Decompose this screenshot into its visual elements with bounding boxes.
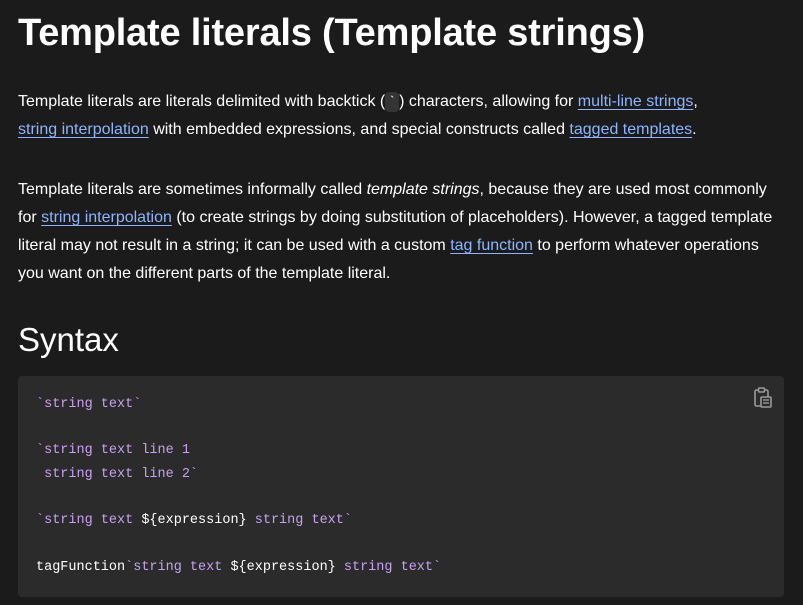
code-string: `string text`	[36, 397, 142, 412]
intro-text-4: with embedded expressions, and special c…	[148, 121, 570, 138]
code-line-3: string text line 2`	[36, 466, 198, 484]
syntax-heading: Syntax	[18, 321, 119, 358]
code-function-name: tagFunction	[36, 560, 126, 575]
code-line-5: tagFunction`string text ${expression} st…	[36, 559, 441, 577]
intro-paragraph: Template literals are literals delimited…	[18, 88, 788, 144]
article-page: Template literals (Template strings) Tem…	[0, 0, 803, 605]
link-string-interpolation[interactable]: string interpolation	[18, 121, 149, 138]
link-string-interpolation-2[interactable]: string interpolation	[41, 209, 172, 226]
code-expression: ${expression}	[230, 560, 336, 575]
code-string: string text line 2`	[36, 467, 199, 482]
code-expression: ${expression}	[141, 513, 247, 528]
intro-text-5: .	[692, 121, 697, 138]
code-string: string text`	[246, 513, 352, 528]
second-text-1: Template literals are sometimes informal…	[18, 181, 367, 198]
code-string: string text`	[335, 560, 442, 575]
code-string: `string text	[125, 560, 231, 575]
code-string: `string text line 1	[36, 443, 190, 458]
link-multi-line-strings[interactable]: multi-line strings	[578, 93, 694, 110]
second-paragraph: Template literals are sometimes informal…	[18, 176, 788, 288]
clipboard-copy-icon[interactable]	[752, 386, 774, 410]
code-line-4: `string text ${expression} string text`	[36, 512, 352, 530]
link-tagged-templates[interactable]: tagged templates	[569, 121, 692, 138]
intro-text-3: ,	[693, 93, 698, 110]
intro-text-2: ) characters, allowing for	[399, 93, 578, 110]
code-line-1: `string text`	[36, 396, 141, 414]
backtick-code: `	[385, 92, 400, 112]
code-string: `string text	[36, 513, 142, 528]
intro-text-1: Template literals are literals delimited…	[18, 93, 386, 110]
code-line-2: `string text line 1	[36, 442, 190, 460]
template-strings-emphasis: template strings	[366, 181, 480, 198]
link-tag-function[interactable]: tag function	[450, 237, 533, 254]
syntax-code-block: `string text` `string text line 1 string…	[18, 376, 784, 597]
page-title: Template literals (Template strings)	[18, 12, 645, 54]
